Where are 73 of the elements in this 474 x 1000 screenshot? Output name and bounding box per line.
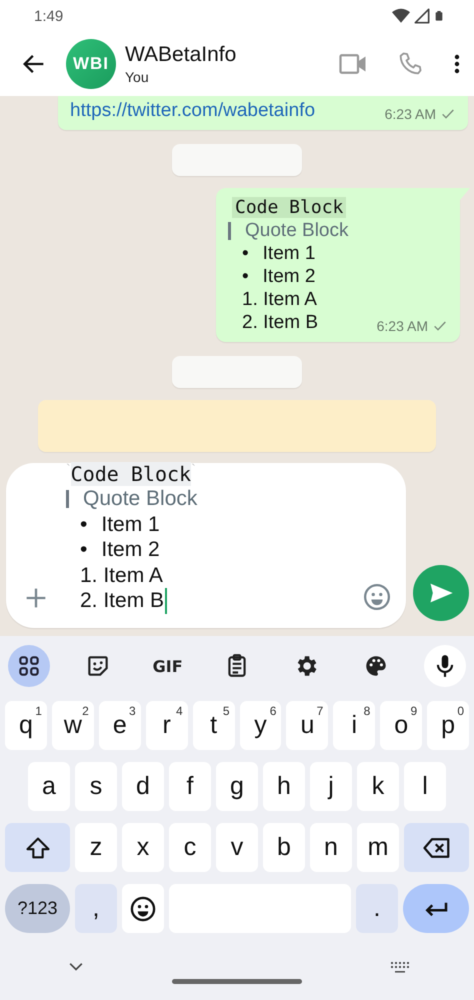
list-item: 2. Item B xyxy=(242,312,318,334)
backspace-key[interactable] xyxy=(404,823,469,872)
key-hint: 6 xyxy=(270,704,276,718)
list-item: Item 2 xyxy=(101,538,160,562)
message-time: 6:23 AM xyxy=(376,318,428,334)
key[interactable]: l xyxy=(404,762,446,811)
list-item: 2. Item B xyxy=(80,589,164,614)
chat-subtitle: You xyxy=(125,69,150,85)
key[interactable]: , xyxy=(75,884,117,933)
emoji-key[interactable] xyxy=(122,884,164,933)
key[interactable]: n xyxy=(310,823,352,872)
key-hint: 2 xyxy=(82,704,89,718)
key[interactable]: s xyxy=(75,762,117,811)
smiley-icon xyxy=(362,582,392,612)
wifi-icon xyxy=(392,7,410,25)
key[interactable]: g xyxy=(216,762,258,811)
key[interactable]: c xyxy=(169,823,211,872)
list-item: Item 2 xyxy=(262,266,316,288)
key-hint: 4 xyxy=(176,704,183,718)
key[interactable]: b xyxy=(263,823,305,872)
code-fence: ` xyxy=(66,461,71,477)
key[interactable]: z xyxy=(75,823,117,872)
key[interactable]: i 8 xyxy=(333,701,376,750)
list-item: Item 1 xyxy=(101,512,160,537)
list-item: Item 1 xyxy=(262,242,316,264)
bullet: • xyxy=(242,242,249,264)
key-hint: 8 xyxy=(364,704,370,718)
key[interactable]: f xyxy=(169,762,211,811)
emoji-button[interactable] xyxy=(362,582,392,612)
quote-bar xyxy=(66,490,69,508)
quote-text: Quote Block xyxy=(83,487,198,512)
list-item: 1. Item A xyxy=(242,288,317,310)
smiley-icon xyxy=(129,894,157,922)
key[interactable]: m xyxy=(357,823,399,872)
menu-button[interactable] xyxy=(454,54,460,74)
key[interactable]: k xyxy=(357,762,399,811)
list-item: 1. Item A xyxy=(80,564,163,588)
apps-button[interactable] xyxy=(8,645,50,687)
bullet: • xyxy=(242,266,249,288)
key[interactable]: d xyxy=(122,762,164,811)
key[interactable]: x xyxy=(122,823,164,872)
key-hint: 1 xyxy=(35,704,42,718)
microphone-button[interactable] xyxy=(424,645,466,687)
quote-text: Quote Block xyxy=(245,220,348,242)
bullet: • xyxy=(80,512,88,537)
key[interactable]: r 4 xyxy=(146,701,188,750)
key[interactable]: j xyxy=(310,762,352,811)
key-hint: 9 xyxy=(410,704,418,718)
signal-icon xyxy=(414,8,430,24)
status-time: 1:49 xyxy=(34,8,64,24)
key[interactable]: a xyxy=(28,762,70,811)
code-text: Code Block xyxy=(70,462,192,486)
chat-title: WABetaInfo xyxy=(125,43,238,67)
key[interactable]: . xyxy=(356,884,398,933)
code-text: Code Block xyxy=(232,197,346,218)
key-hint: 7 xyxy=(316,704,324,718)
bullet: • xyxy=(80,538,88,562)
more-icon xyxy=(454,54,460,74)
key[interactable]: v xyxy=(216,823,258,872)
key[interactable]: h xyxy=(263,762,305,811)
message-time: 6:23 AM xyxy=(384,106,436,122)
quote-bar xyxy=(228,222,231,240)
symbols-key[interactable]: ?123 xyxy=(5,884,70,933)
key-hint: 5 xyxy=(222,704,230,718)
enter-key[interactable] xyxy=(403,884,469,933)
shift-key[interactable] xyxy=(5,823,70,872)
key-hint: 0 xyxy=(457,704,464,718)
message-input[interactable]: `Code Block` Quote Block • Item 1 • Item 2 1. Item A 2. Item B xyxy=(6,463,406,628)
key-hint: 3 xyxy=(129,704,136,718)
gif-button[interactable]: GIF xyxy=(146,645,189,687)
key[interactable]: t 5 xyxy=(192,701,235,750)
code-fence: ` xyxy=(191,461,196,477)
link[interactable]: https://twitter.com/wabetainfo xyxy=(70,100,316,122)
